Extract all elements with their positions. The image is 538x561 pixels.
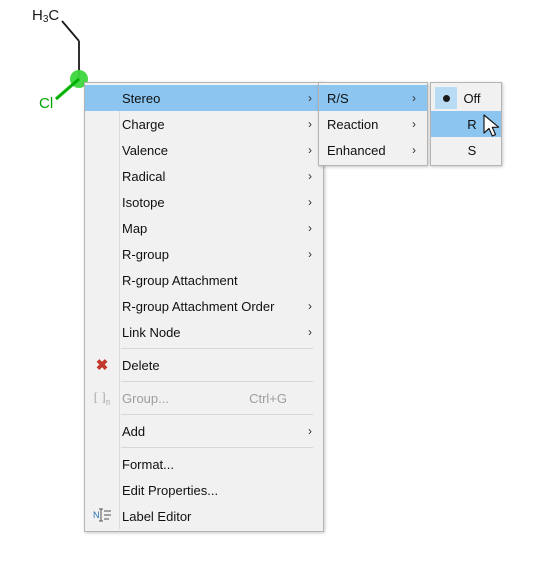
menu-item-edit-properties[interactable]: Edit Properties... › <box>85 477 323 503</box>
menu-separator <box>121 348 313 349</box>
radio-indicator[interactable] <box>435 139 457 161</box>
menu-item-icon: N <box>85 508 119 524</box>
radio-dot-icon <box>443 147 450 154</box>
menu-item-r-group-attachment[interactable]: R-group Attachment › <box>85 267 323 293</box>
svg-text:N: N <box>93 510 100 520</box>
chlorine-atom-label: Cl <box>39 95 54 112</box>
menu-item-label: R-group Attachment Order <box>122 298 275 314</box>
submenu-arrow-icon: › <box>308 247 312 261</box>
menu-item-add[interactable]: Add › <box>85 418 323 444</box>
menu-separator <box>121 414 313 415</box>
menu-item-radical[interactable]: Radical › <box>85 163 323 189</box>
submenu-arrow-icon: › <box>308 169 312 183</box>
menu-item-icon: ✖ <box>85 358 119 373</box>
menu-item-charge[interactable]: Charge › <box>85 111 323 137</box>
menu-item-label: Add <box>122 423 146 439</box>
menu-item-label: Delete <box>122 357 160 373</box>
label-editor-icon: N <box>93 508 111 524</box>
submenu-arrow-icon: › <box>301 358 323 372</box>
radio-dot-icon <box>442 94 450 102</box>
radio-indicator[interactable] <box>435 87 457 109</box>
menu-item-label: Edit Properties... <box>122 482 219 498</box>
menu-separator <box>121 381 313 382</box>
submenu-arrow-icon: › <box>301 483 323 497</box>
menu-item-label: Stereo <box>122 90 161 106</box>
stereo-submenu[interactable]: R/S › Reaction › Enhanced › <box>318 82 428 166</box>
menu-item-delete[interactable]: ✖ Delete › <box>85 352 323 378</box>
menu-item-label: R-group Attachment <box>122 272 238 288</box>
menu-item-isotope[interactable]: Isotope › <box>85 189 323 215</box>
submenu-arrow-icon: › <box>308 424 312 438</box>
stereo-item-label: Reaction <box>327 116 379 132</box>
menu-item-r-group[interactable]: R-group › <box>85 241 323 267</box>
menu-item-stereo[interactable]: Stereo › <box>85 85 323 111</box>
menu-item-shortcut: Ctrl+G <box>249 390 287 406</box>
stereo-item-label: R/S <box>327 90 349 106</box>
submenu-arrow-icon: › <box>301 457 323 471</box>
menu-item-label-editor[interactable]: N Label Editor › <box>85 503 323 529</box>
methyl-subscript: 3 <box>42 14 49 25</box>
stereo-item-label: Enhanced <box>327 142 386 158</box>
rs-item-label: R <box>467 116 477 132</box>
stereo-item-r-s[interactable]: R/S › <box>319 85 427 111</box>
menu-item-label: Link Node <box>122 324 181 340</box>
menu-item-label: Isotope <box>122 194 165 210</box>
menu-item-label: Group... <box>122 390 169 406</box>
menu-item-icon: [ ]n <box>85 390 119 407</box>
stereo-item-enhanced[interactable]: Enhanced › <box>319 137 427 163</box>
rs-submenu[interactable]: Off R S <box>430 82 502 166</box>
menu-item-group: [ ]n Group... Ctrl+G › <box>85 385 323 411</box>
bond-methyl <box>61 20 80 42</box>
submenu-arrow-icon: › <box>301 509 323 523</box>
menu-item-link-node[interactable]: Link Node › <box>85 319 323 345</box>
submenu-arrow-icon: › <box>412 117 416 131</box>
molecule-canvas[interactable]: H3C Cl Stereo › Charge › Valence › Radical › Iso… <box>0 0 538 561</box>
menu-item-valence[interactable]: Valence › <box>85 137 323 163</box>
submenu-arrow-icon: › <box>301 391 323 405</box>
delete-x-icon: ✖ <box>95 356 109 374</box>
menu-separator <box>121 447 313 448</box>
rs-item-s[interactable]: S <box>431 137 501 163</box>
rs-item-label: Off <box>463 90 481 106</box>
menu-item-label: Format... <box>122 456 175 472</box>
menu-item-label: Charge <box>122 116 165 132</box>
methyl-h: H <box>32 7 43 24</box>
submenu-arrow-icon: › <box>412 143 416 157</box>
menu-item-format[interactable]: Format... › <box>85 451 323 477</box>
radio-indicator[interactable] <box>435 113 457 135</box>
submenu-arrow-icon: › <box>301 273 323 287</box>
submenu-arrow-icon: › <box>308 299 312 313</box>
methyl-c: C <box>48 7 60 24</box>
submenu-arrow-icon: › <box>412 91 416 105</box>
menu-item-r-group-attachment-order[interactable]: R-group Attachment Order › <box>85 293 323 319</box>
group-brackets-icon: [ ]n <box>93 388 111 407</box>
menu-item-map[interactable]: Map › <box>85 215 323 241</box>
menu-item-label: Label Editor <box>122 508 192 524</box>
radio-dot-icon <box>443 121 450 128</box>
rs-item-off[interactable]: Off <box>431 85 501 111</box>
submenu-arrow-icon: › <box>308 325 312 339</box>
stereo-item-reaction[interactable]: Reaction › <box>319 111 427 137</box>
menu-item-label: Map <box>122 220 148 236</box>
submenu-arrow-icon: › <box>308 195 312 209</box>
rs-item-r[interactable]: R <box>431 111 501 137</box>
menu-item-label: R-group <box>122 246 169 262</box>
menu-item-label: Valence <box>122 142 169 158</box>
rs-item-label: S <box>467 142 477 158</box>
menu-item-label: Radical <box>122 168 166 184</box>
bond-chlorine-highlight <box>54 77 81 101</box>
atom-context-menu[interactable]: Stereo › Charge › Valence › Radical › Isotope › Ma… <box>84 82 324 532</box>
submenu-arrow-icon: › <box>308 221 312 235</box>
methyl-atom-label: H3C <box>32 7 60 25</box>
